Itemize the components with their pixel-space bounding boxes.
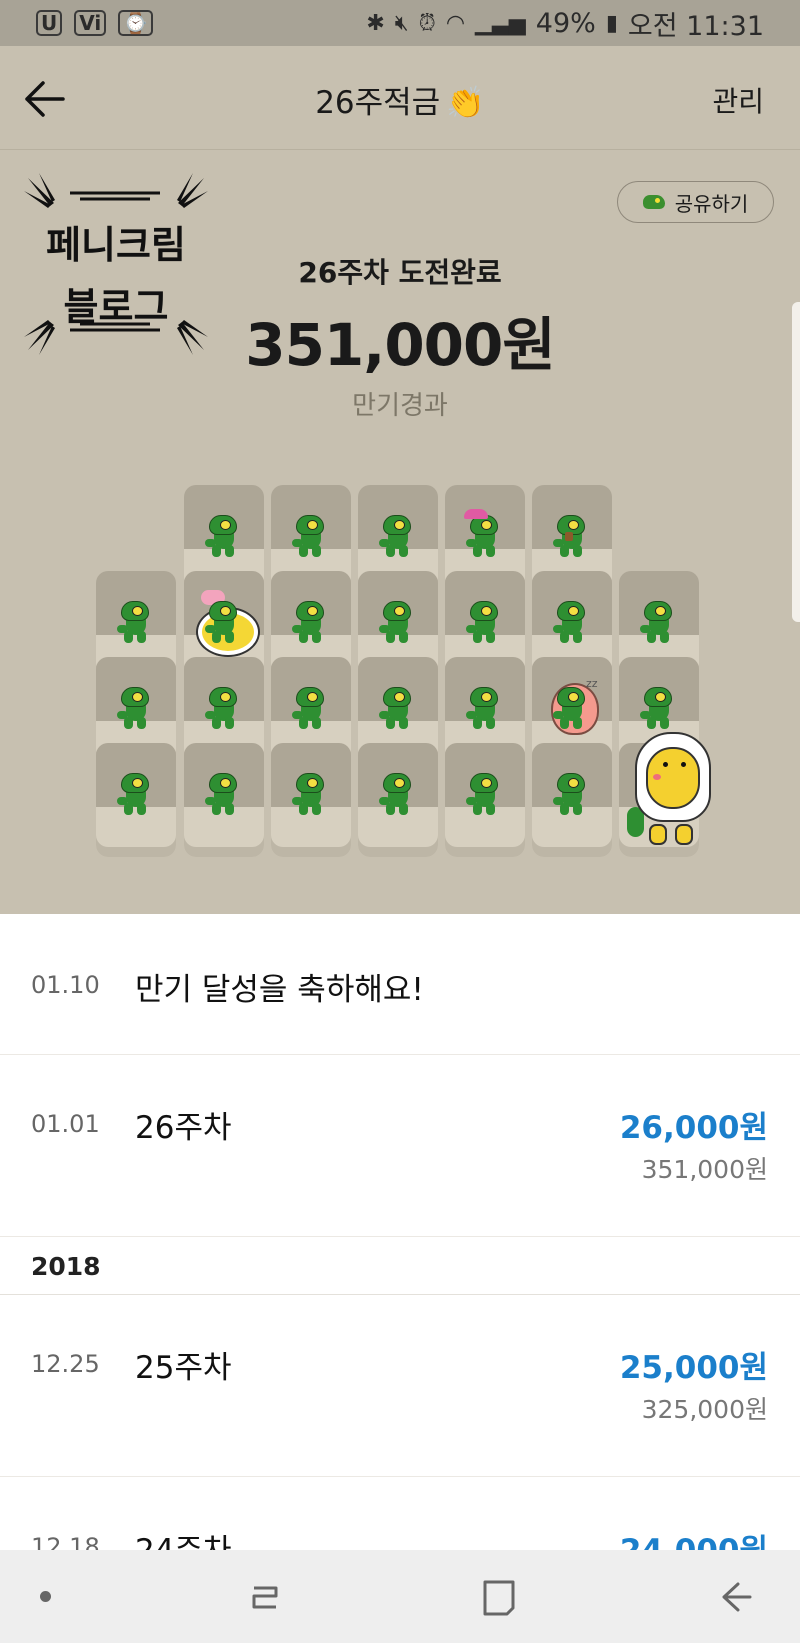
croc-sticker-icon (379, 601, 417, 647)
entry-label: 24주차 (135, 1525, 232, 1550)
scroll-handle[interactable] (792, 302, 800, 622)
entry-label: 25주차 (135, 1350, 232, 1386)
app-bar: 26주적금 👏 관리 (0, 46, 800, 150)
week-tile[interactable] (184, 743, 264, 857)
celebration-row[interactable]: 01.10 만기 달성을 축하해요! (0, 914, 800, 1055)
croc-sticker-icon (553, 687, 591, 733)
croc-sticker-icon (205, 515, 243, 561)
status-right: ✱ 🔇︎ ⏰︎ ◠ ▁▃▅ 49% ▮ 오전 11:31 (366, 4, 764, 43)
croc-sticker-icon (640, 687, 678, 733)
croc-sticker-icon (205, 687, 243, 733)
mute-icon: 🔇︎ (394, 10, 409, 36)
savings-hero: 26주적금 👏 관리 페니크림 블로그 공유하기 26주차 도전완료 351,00… (0, 46, 800, 914)
croc-sticker-icon (379, 515, 417, 561)
croc-sticker-icon (292, 687, 330, 733)
entry-total: 351,000원 (641, 1155, 768, 1184)
celebration-message: 만기 달성을 축하해요! (135, 972, 424, 1008)
year-header: 2018 (31, 1252, 101, 1281)
back-icon (722, 1582, 752, 1611)
croc-sticker-icon (117, 773, 155, 819)
recent-apps-icon (252, 1586, 278, 1608)
week-tile[interactable] (532, 743, 612, 857)
croc-sticker-icon (292, 601, 330, 647)
croc-sticker-icon (379, 773, 417, 819)
list-item[interactable]: 12.25 25주차 25,000원 325,000원 (0, 1294, 800, 1477)
recent-apps-button[interactable] (244, 1576, 286, 1618)
signal-icon: ▁▃▅ (475, 10, 526, 36)
page-title-wrap: 26주적금 👏 (0, 77, 800, 122)
croc-sticker-icon (466, 773, 504, 819)
entry-date: 01.10 (31, 971, 100, 999)
yellow-friend-character-icon (627, 732, 713, 845)
total-amount: 351,000원 (245, 311, 556, 379)
list-item[interactable]: 01.01 26주차 26,000원 351,000원 (0, 1054, 800, 1237)
week-tile[interactable] (445, 743, 525, 857)
nav-dot-icon[interactable] (40, 1591, 51, 1602)
clapping-hands-icon: 👏 (446, 85, 485, 121)
croc-sticker-icon (553, 773, 591, 819)
hat-icon (464, 509, 488, 519)
list-item[interactable]: 12.18 24주차 24,000원 (0, 1476, 800, 1550)
status-left-icons: U Vi ⌚ (36, 10, 154, 36)
croc-sticker-icon (292, 773, 330, 819)
share-button[interactable]: 공유하기 (617, 181, 774, 223)
maturity-status: 만기경과 (352, 391, 448, 421)
croc-sticker-icon (117, 687, 155, 733)
clock: 오전 11:31 (627, 10, 764, 42)
system-nav-bar (0, 1550, 800, 1643)
croc-sticker-icon (292, 515, 330, 561)
entry-label: 26주차 (135, 1110, 232, 1146)
u-app-icon: U (36, 10, 63, 36)
croc-share-icon (642, 195, 665, 209)
week-tile[interactable] (96, 743, 176, 857)
croc-sticker-icon (553, 601, 591, 647)
croc-sticker-icon (640, 601, 678, 647)
entry-amount: 25,000원 (619, 1350, 768, 1386)
battery-percent: 49% (535, 7, 596, 39)
croc-sticker-icon (379, 687, 417, 733)
status-bar: U Vi ⌚ ✱ 🔇︎ ⏰︎ ◠ ▁▃▅ 49% ▮ 오전 11:31 (0, 0, 800, 46)
home-button[interactable] (479, 1576, 521, 1618)
challenge-status: 26주차 도전완료 (298, 256, 502, 289)
week-tile[interactable] (358, 743, 438, 857)
home-icon (483, 1580, 515, 1615)
battery-icon: ▮ (605, 10, 618, 36)
entry-date: 12.25 (31, 1350, 100, 1378)
back-nav-button[interactable] (714, 1576, 756, 1618)
croc-sticker-icon (205, 601, 243, 647)
croc-with-hat-icon (466, 515, 504, 561)
entry-total: 325,000원 (641, 1395, 768, 1424)
page-title: 26주적금 (315, 85, 441, 121)
manage-button[interactable]: 관리 (712, 80, 764, 120)
share-label: 공유하기 (674, 191, 749, 216)
cup-icon (565, 532, 573, 541)
alarm-icon: ⏰︎ (418, 10, 436, 36)
croc-sticker-icon (205, 773, 243, 819)
croc-sticker-icon (466, 687, 504, 733)
transaction-list: 01.10 만기 달성을 축하해요! 01.01 26주차 26,000원 35… (0, 914, 800, 1550)
entry-amount: 24,000원 (620, 1525, 768, 1550)
vi-app-icon: Vi (74, 10, 107, 36)
week-tile[interactable] (271, 743, 351, 857)
entry-amount: 26,000원 (619, 1110, 768, 1146)
wifi-icon: ◠ (445, 10, 466, 36)
entry-date: 01.01 (31, 1110, 100, 1138)
watch-icon: ⌚ (118, 10, 154, 36)
entry-date: 12.18 (31, 1533, 100, 1550)
bluetooth-icon: ✱ (366, 10, 385, 36)
year-header-row: 2018 (0, 1236, 800, 1295)
croc-sticker-icon (466, 601, 504, 647)
croc-sticker-icon (117, 601, 155, 647)
